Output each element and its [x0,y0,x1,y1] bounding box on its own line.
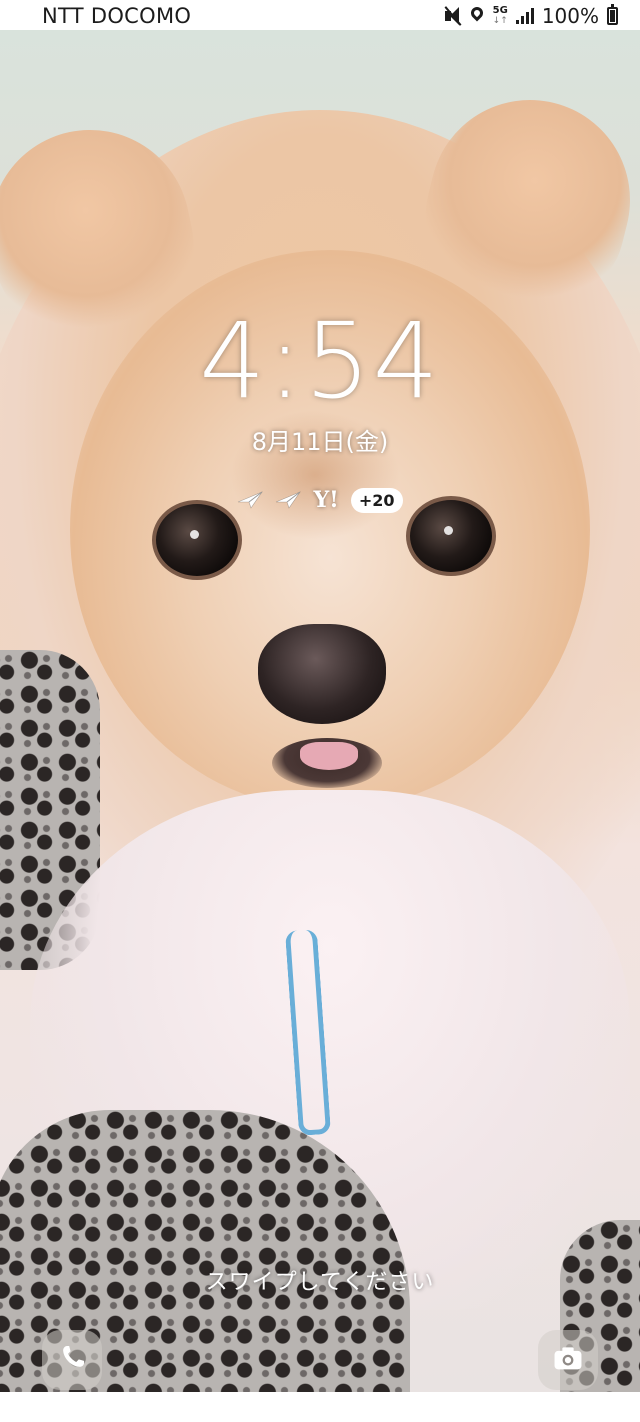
battery-percent: 100% [541,4,599,28]
phone-icon [55,1341,89,1379]
signal-icon [515,8,534,24]
carrier-name: NTT DOCOMO [42,4,192,28]
camera-shortcut-button[interactable] [538,1330,598,1390]
dog-tongue [300,742,358,770]
bottom-navigation-strip [0,1392,640,1422]
status-icons: 5G ↓↑ 100% [443,2,618,30]
paper-plane-icon [237,490,264,510]
more-notifications-badge: +20 [350,487,403,513]
network-label: 5G [492,5,508,16]
camera-icon [551,1341,585,1379]
location-icon [471,7,485,25]
battery-icon [607,4,618,25]
paper-plane-icon [275,490,302,510]
swipe-hint-text: スワイプしてください [205,1270,435,1295]
mute-icon [443,6,463,26]
notification-icons-row[interactable]: Y! +20 [0,483,640,517]
status-bar: NTT DOCOMO 5G ↓↑ 100% [0,0,640,30]
yahoo-icon: Y! [313,487,339,513]
data-arrows-icon: ↓↑ [492,16,508,26]
phone-shortcut-button[interactable] [42,1330,102,1390]
lock-date: 8月11日(金) [251,428,389,456]
dog-nose [258,624,386,724]
network-5g-icon: 5G ↓↑ [493,6,508,26]
lock-screen: NTT DOCOMO 5G ↓↑ 100% 4:54 8月11日(金) Y! +… [0,0,640,1422]
wallpaper-photo [0,30,640,1392]
lock-clock: 4:54 [199,300,441,422]
